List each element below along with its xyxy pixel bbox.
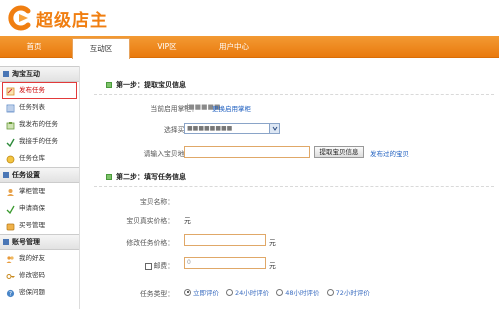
publish-icon [6,86,15,96]
extract-item-button[interactable]: 提取宝贝信息 [314,146,364,158]
collapse-icon [3,239,9,245]
header: 超级店主 [0,0,499,36]
collapse-icon [3,71,9,77]
task-type-radio-group: 立即评价 24小时评价 48小时评价 72小时评价 [184,287,377,297]
step-marker-icon [106,82,112,88]
step-marker-icon [106,174,112,180]
choose-buyer-label: 选择买号： [164,126,198,134]
task-price-unit: 元 [269,239,276,247]
sidebar-section-title: 任务设置 [12,171,40,179]
item-url-input[interactable] [184,146,310,158]
real-price-label: 宝贝真实价格： [126,217,174,225]
nav-tab-vip[interactable]: VIP区 [136,36,198,58]
sidebar-item-label: 任务列表 [19,103,45,111]
buyer-account-icon [6,221,15,231]
sidebar-section-title: 账号管理 [12,238,40,246]
sidebar-item-publish-task[interactable]: 发布任务 [2,82,77,99]
brand-title: 超级店主 [36,10,108,31]
divider [94,94,494,95]
step1-title: 第一步：提取宝贝信息 [106,80,186,90]
postage-label-text: 邮费： [153,262,174,270]
postage-checkbox[interactable] [144,262,152,270]
sidebar-item-label: 申请商保 [19,204,45,212]
nav-tab-interaction[interactable]: 互动区 [72,38,130,59]
logo[interactable]: 超级店主 [6,1,108,35]
sidebar-item-task-warehouse[interactable]: 任务仓库 [0,150,79,167]
radio-icon [276,288,284,296]
real-price-unit: 元 [184,217,191,225]
sidebar-item-task-list[interactable]: 任务列表 [0,99,79,116]
buyer-select[interactable]: ■■■■■■■■ [184,123,280,134]
postage-unit: 元 [269,262,276,270]
task-type-label: 任务类型： [140,290,174,298]
buyer-select-value: ■■■■■■■■ [187,125,233,132]
task-type-24h[interactable]: 24小时评价 [226,287,269,297]
password-icon [6,271,15,280]
nav-tab-home[interactable]: 首页 [0,36,68,58]
url-label: 请输入宝贝地址： [143,150,198,158]
logo-mark-icon [8,5,31,31]
my-accepted-icon [6,137,15,148]
sidebar-item-label: 我的好友 [19,254,45,262]
collapse-icon [3,172,9,178]
postage-label: 邮费： [64,260,174,270]
sidebar-item-label: 任务仓库 [19,154,45,162]
radio-checked-icon [184,288,191,296]
divider [94,186,494,187]
security-question-icon: ? [6,288,15,298]
sidebar-item-label: 发布任务 [19,86,45,94]
sidebar-item-label: 我发布的任务 [19,120,58,128]
sidebar: 淘宝互动 发布任务 任务列表 我发布的任务 我接手的任务 任务仓库 任务设置 掌… [0,66,80,309]
my-published-icon [6,120,15,130]
sidebar-item-label: 买号管理 [19,221,45,229]
item-name-label: 宝贝名称： [140,198,174,206]
warehouse-icon [6,154,15,164]
shopkeeper-icon [6,187,15,196]
radio-label: 48小时评价 [285,289,320,297]
main-content: 第一步：提取宝贝信息 当前启用掌柜： d■■■■■ 更换启用掌柜 选择买号： ■… [88,66,496,309]
sidebar-item-label: 密保问题 [19,288,45,296]
step1-title-text: 第一步：提取宝贝信息 [116,81,186,89]
task-type-48h[interactable]: 48小时评价 [276,287,320,297]
step2-title-text: 第二步：填写任务信息 [116,173,186,181]
edit-price-label: 修改任务价格： [126,239,174,247]
radio-label: 72小时评价 [335,289,370,297]
top-nav: 首页 互动区 VIP区 用户中心 [0,36,499,59]
task-price-input[interactable] [184,234,266,246]
sidebar-section-taobao[interactable]: 淘宝互动 [0,66,79,82]
current-shopkeeper-label: 当前启用掌柜： [150,105,198,113]
postage-input[interactable]: 0 [184,257,266,269]
radio-label: 24小时评价 [235,289,270,297]
step2-title: 第二步：填写任务信息 [106,172,186,182]
sidebar-item-my-accepted[interactable]: 我接手的任务 [0,133,79,150]
change-shopkeeper-link[interactable]: 更换启用掌柜 [212,103,251,113]
nav-tab-user-center[interactable]: 用户中心 [200,36,268,58]
sidebar-item-label: 修改密码 [19,271,45,279]
sidebar-item-label: 我接手的任务 [19,137,58,145]
list-icon [6,103,15,113]
radio-icon [326,288,334,296]
sidebar-item-my-published[interactable]: 我发布的任务 [0,116,79,133]
chevron-down-icon [269,124,279,133]
sidebar-section-title: 淘宝互动 [12,70,40,78]
radio-icon [226,288,233,296]
sidebar-section-task-settings[interactable]: 任务设置 [0,167,79,183]
friends-icon [6,254,15,263]
apply-icon [6,204,15,215]
radio-label: 立即评价 [193,289,219,297]
sidebar-item-label: 掌柜管理 [19,187,45,195]
svg-text:?: ? [9,291,12,298]
published-items-link[interactable]: 发布过的宝贝 [370,148,409,158]
task-type-72h[interactable]: 72小时评价 [326,287,370,297]
task-type-immediate[interactable]: 立即评价 [184,287,219,297]
